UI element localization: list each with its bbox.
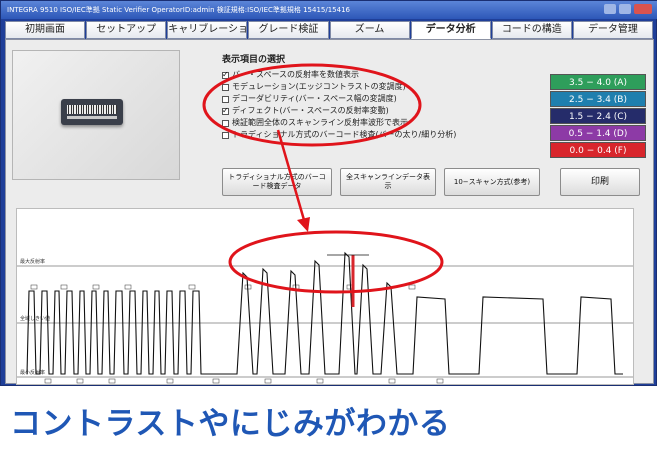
value-marker [212, 378, 220, 384]
tab-data-management[interactable]: データ管理 [572, 21, 653, 39]
value-marker [436, 378, 444, 384]
close-icon[interactable] [634, 4, 652, 14]
tab-grade-verification[interactable]: グレード検証 [248, 21, 329, 39]
value-marker [44, 378, 52, 384]
checkbox[interactable] [222, 95, 229, 103]
tab-setup[interactable]: セットアップ [86, 21, 167, 39]
value-marker [124, 284, 132, 290]
reflectance-waveform [26, 251, 623, 375]
caption-text: コントラストやにじみがわかる [10, 406, 451, 442]
option-defect[interactable]: ディフェクト(バー・スペースの反射率変動) [222, 105, 422, 117]
value-marker [60, 284, 68, 290]
title-bar: INTEGRA 9510 ISO/IEC準拠 Static Verifier O… [1, 1, 657, 19]
grade-c: 1.5 − 2.4 (C) [550, 108, 646, 124]
option-reflectance-values[interactable]: バー・スペースの反射率を数値表示 [222, 69, 422, 81]
checkbox[interactable] [222, 69, 229, 81]
value-marker [166, 378, 174, 384]
print-button[interactable]: 印刷 [560, 168, 640, 196]
option-modulation[interactable]: モデュレーション(エッジコントラストの変調度) [222, 81, 422, 93]
value-marker [30, 284, 38, 290]
tab-calibration[interactable]: キャリブレーション [167, 21, 248, 39]
tab-zoom[interactable]: ズーム [329, 21, 410, 39]
checkbox[interactable] [222, 105, 229, 117]
tab-bar: 初期画面 セットアップ キャリブレーション グレード検証 ズーム データ分析 コ… [5, 21, 654, 39]
value-marker [92, 284, 100, 290]
min-reflectance-label: 最小反射率 [20, 369, 45, 376]
option-full-scan-waveform[interactable]: 検証範囲全体のスキャンライン反射率波形で表示 [222, 117, 422, 129]
grade-legend: 3.5 − 4.0 (A) 2.5 − 3.4 (B) 1.5 − 2.4 (C… [550, 74, 646, 159]
window-title: INTEGRA 9510 ISO/IEC準拠 Static Verifier O… [7, 6, 350, 14]
checkbox[interactable] [222, 119, 229, 127]
display-options-title: 表示項目の選択 [222, 55, 286, 65]
value-marker [264, 378, 272, 384]
maximize-icon[interactable] [619, 4, 631, 14]
tab-home[interactable]: 初期画面 [5, 21, 86, 39]
option-label: バー・スペースの反射率を数値表示 [232, 70, 360, 79]
action-buttons: トラディショナル方式のバーコード検査データ 全スキャンラインデータ表示 10−ス… [222, 168, 647, 198]
value-marker [188, 284, 196, 290]
analysis-panel: 表示項目の選択 バー・スペースの反射率を数値表示 モデュレーション(エッジコント… [5, 39, 654, 385]
option-traditional-inspection[interactable]: トラディショナル方式のバーコード検査(バーの太り/細り分析) [222, 129, 456, 141]
max-reflectance-label: 最大反射率 [20, 258, 45, 265]
checkbox[interactable] [222, 131, 229, 139]
value-marker [388, 378, 396, 384]
checkbox[interactable] [222, 83, 229, 91]
all-scanlines-button[interactable]: 全スキャンラインデータ表示 [340, 168, 436, 196]
value-marker [108, 378, 116, 384]
ten-scan-button[interactable]: 10−スキャン方式(参考) [444, 168, 540, 196]
grade-b: 2.5 − 3.4 (B) [550, 91, 646, 107]
tab-code-structure[interactable]: コードの構造 [491, 21, 572, 39]
verifier-window: INTEGRA 9510 ISO/IEC準拠 Static Verifier O… [0, 0, 657, 386]
traditional-data-button[interactable]: トラディショナル方式のバーコード検査データ [222, 168, 332, 196]
option-label: ディフェクト(バー・スペースの反射率変動) [232, 106, 389, 115]
tab-data-analysis[interactable]: データ分析 [410, 21, 491, 39]
grade-f: 0.0 − 0.4 (F) [550, 142, 646, 158]
value-marker [316, 378, 324, 384]
value-marker [408, 284, 416, 290]
grade-a: 3.5 − 4.0 (A) [550, 74, 646, 90]
option-label: モデュレーション(エッジコントラストの変調度) [232, 82, 406, 91]
display-options-group: 表示項目の選択 バー・スペースの反射率を数値表示 モデュレーション(エッジコント… [222, 52, 456, 154]
minimize-icon[interactable] [604, 4, 616, 14]
reflectance-graph: 最大反射率 全域しきい値 最小反射率 [16, 208, 634, 385]
value-marker [76, 378, 84, 384]
option-label: トラディショナル方式のバーコード検査(バーの太り/細り分析) [232, 130, 457, 139]
grade-d: 0.5 − 1.4 (D) [550, 125, 646, 141]
barcode-preview [12, 50, 180, 180]
barcode-image [61, 99, 123, 125]
window-controls [604, 4, 652, 14]
option-decodability[interactable]: デコーダビリティ(バー・スペース幅の変調度) [222, 93, 422, 105]
reflectance-svg: 最大反射率 全域しきい値 最小反射率 [17, 251, 633, 384]
option-label: 検証範囲全体のスキャンライン反射率波形で表示 [232, 118, 408, 127]
option-label: デコーダビリティ(バー・スペース幅の変調度) [232, 94, 397, 103]
